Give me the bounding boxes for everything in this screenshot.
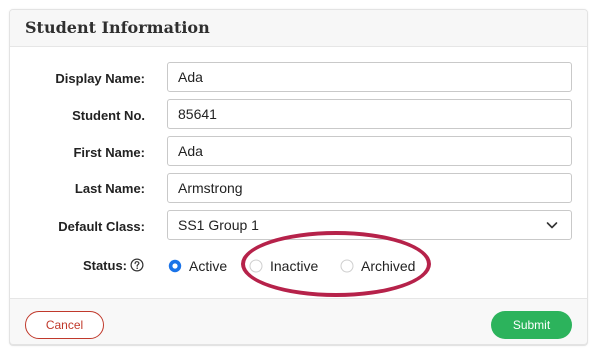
chevron-down-icon: [546, 222, 558, 229]
last-name-value: Armstrong: [178, 180, 243, 196]
cancel-button[interactable]: Cancel: [25, 311, 104, 339]
default-class-label: Default Class:: [58, 219, 145, 234]
first-name-label: First Name:: [73, 145, 145, 160]
display-name-field[interactable]: Ada: [167, 62, 572, 92]
status-radio-active[interactable]: [168, 259, 182, 273]
last-name-field[interactable]: Armstrong: [167, 173, 572, 203]
display-name-value: Ada: [178, 69, 203, 85]
last-name-label: Last Name:: [74, 181, 145, 196]
first-name-field[interactable]: Ada: [167, 136, 572, 166]
student-no-field[interactable]: 85641: [167, 99, 572, 129]
card-header: Student Information: [10, 10, 587, 47]
student-no-value: 85641: [178, 106, 217, 122]
default-class-value: SS1 Group 1: [178, 217, 259, 233]
card-title: Student Information: [25, 18, 210, 37]
display-name-label: Display Name:: [55, 71, 145, 86]
status-label: Status:: [82, 258, 127, 273]
question-circle-icon[interactable]: [130, 258, 144, 272]
submit-button[interactable]: Submit: [491, 311, 572, 339]
default-class-select[interactable]: SS1 Group 1: [167, 210, 572, 240]
status-option-inactive-label[interactable]: Inactive: [270, 258, 318, 274]
student-no-label: Student No.: [72, 108, 145, 123]
status-option-active-label[interactable]: Active: [189, 258, 227, 274]
first-name-value: Ada: [178, 143, 203, 159]
status-option-archived-label[interactable]: Archived: [361, 258, 415, 274]
status-radio-archived[interactable]: [340, 259, 354, 273]
status-radio-inactive[interactable]: [249, 259, 263, 273]
student-information-card: Student Information Display Name: Ada St…: [9, 9, 588, 346]
